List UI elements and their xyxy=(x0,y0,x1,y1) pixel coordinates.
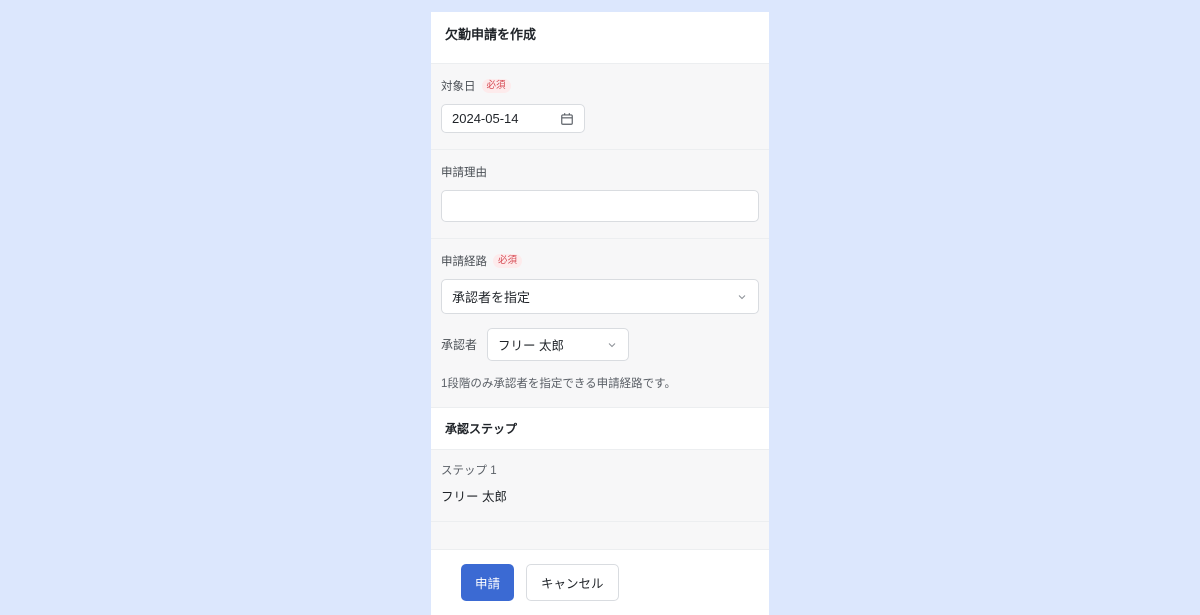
modal-title: 欠勤申請を作成 xyxy=(445,24,755,43)
target-date-input[interactable]: 2024-05-14 xyxy=(441,104,585,133)
modal-footer: 申請 キャンセル xyxy=(431,549,769,615)
reason-label: 申請理由 xyxy=(441,164,487,180)
approval-steps-title: 承認ステップ xyxy=(445,420,755,437)
submit-button[interactable]: 申請 xyxy=(461,564,514,601)
chevron-down-icon xyxy=(606,339,618,351)
reason-section: 申請理由 xyxy=(431,149,769,238)
approver-row: 承認者 フリー 太郎 xyxy=(441,328,759,361)
target-date-label: 対象日 xyxy=(441,78,476,94)
calendar-icon xyxy=(560,112,574,126)
modal-header: 欠勤申請を作成 xyxy=(431,12,769,63)
route-label-row: 申請経路 必須 xyxy=(441,253,759,269)
approval-step-body: ステップ 1 フリー 太郎 xyxy=(431,449,769,521)
route-help-text: 1段階のみ承認者を指定できる申請経路です。 xyxy=(441,375,759,391)
approver-select-value: フリー 太郎 xyxy=(498,335,564,354)
route-section: 申請経路 必須 承認者を指定 承認者 フリー 太郎 1段階のみ承認者を指定できる… xyxy=(431,238,769,407)
approver-select[interactable]: フリー 太郎 xyxy=(487,328,629,361)
cancel-button[interactable]: キャンセル xyxy=(526,564,619,601)
reason-input[interactable] xyxy=(441,190,759,222)
target-date-section: 対象日 必須 2024-05-14 xyxy=(431,63,769,149)
route-select-value: 承認者を指定 xyxy=(452,287,530,306)
chevron-down-icon xyxy=(736,291,748,303)
approval-step-label: ステップ 1 xyxy=(441,462,759,478)
route-select[interactable]: 承認者を指定 xyxy=(441,279,759,314)
target-date-label-row: 対象日 必須 xyxy=(441,78,759,94)
route-label: 申請経路 xyxy=(441,253,487,269)
reason-label-row: 申請理由 xyxy=(441,164,759,180)
approver-label: 承認者 xyxy=(441,336,477,353)
target-date-value: 2024-05-14 xyxy=(452,111,519,126)
approval-step-name: フリー 太郎 xyxy=(441,486,759,505)
absence-request-modal: 欠勤申請を作成 対象日 必須 2024-05-14 申請理由 申請経路 必須 xyxy=(431,12,769,565)
gap-section xyxy=(431,521,769,549)
required-badge: 必須 xyxy=(482,79,511,93)
required-badge: 必須 xyxy=(493,254,522,268)
approval-steps-header: 承認ステップ xyxy=(431,407,769,449)
